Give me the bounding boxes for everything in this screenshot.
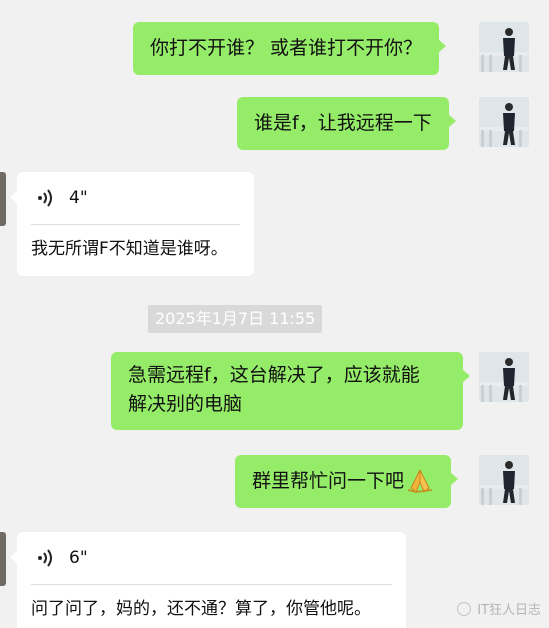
contact-avatar[interactable] [0, 532, 6, 586]
message-text: 你打不开谁？ 或者谁打不开你？ [150, 37, 423, 59]
outgoing-message-bubble[interactable]: 群里帮忙问一下吧 [235, 455, 459, 508]
self-avatar[interactable] [479, 352, 529, 402]
watermark: IT狂人日志 [457, 599, 541, 618]
self-avatar[interactable] [479, 97, 529, 147]
incoming-voice-bubble[interactable]: 4" 我无所谓F不知道是谁呀。 [10, 172, 254, 276]
incoming-voice-bubble[interactable]: 6" 问了问了，妈的，还不通？算了，你管他呢。 [10, 532, 406, 628]
avatar-photo-icon [479, 455, 529, 505]
avatar-photo-icon [479, 97, 529, 147]
pray-emoji-icon [407, 469, 433, 493]
voice-play-button[interactable]: 6" [17, 532, 406, 584]
voice-play-button[interactable]: 4" [17, 172, 254, 224]
self-avatar[interactable] [479, 455, 529, 505]
message-text: 群里帮忙问一下吧 [252, 470, 405, 492]
message-text: 谁是f，让我远程一下 [254, 112, 432, 134]
avatar-photo-icon [479, 352, 529, 402]
avatar-photo-icon [479, 22, 529, 72]
voice-transcript: 我无所谓F不知道是谁呀。 [31, 239, 228, 259]
voice-duration: 4" [69, 188, 88, 208]
self-avatar[interactable] [479, 22, 529, 72]
contact-avatar[interactable] [0, 172, 6, 226]
outgoing-message-bubble[interactable]: 你打不开谁？ 或者谁打不开你？ [133, 22, 447, 75]
message-text-line: 急需远程f，这台解决了，应该就能 [128, 364, 420, 386]
message-timestamp: 2025年1月7日 11:55 [148, 305, 323, 333]
watermark-logo-icon [457, 601, 472, 616]
voice-duration: 6" [69, 548, 88, 568]
outgoing-message-bubble[interactable]: 急需远程f，这台解决了，应该就能 解决别的电脑 [111, 352, 470, 430]
outgoing-message-bubble[interactable]: 谁是f，让我远程一下 [237, 97, 456, 150]
voice-wave-icon [38, 549, 52, 567]
voice-wave-icon [38, 189, 52, 207]
message-text-line: 解决别的电脑 [128, 393, 243, 415]
watermark-text: IT狂人日志 [477, 603, 541, 618]
voice-transcript: 问了问了，妈的，还不通？算了，你管他呢。 [31, 599, 371, 619]
